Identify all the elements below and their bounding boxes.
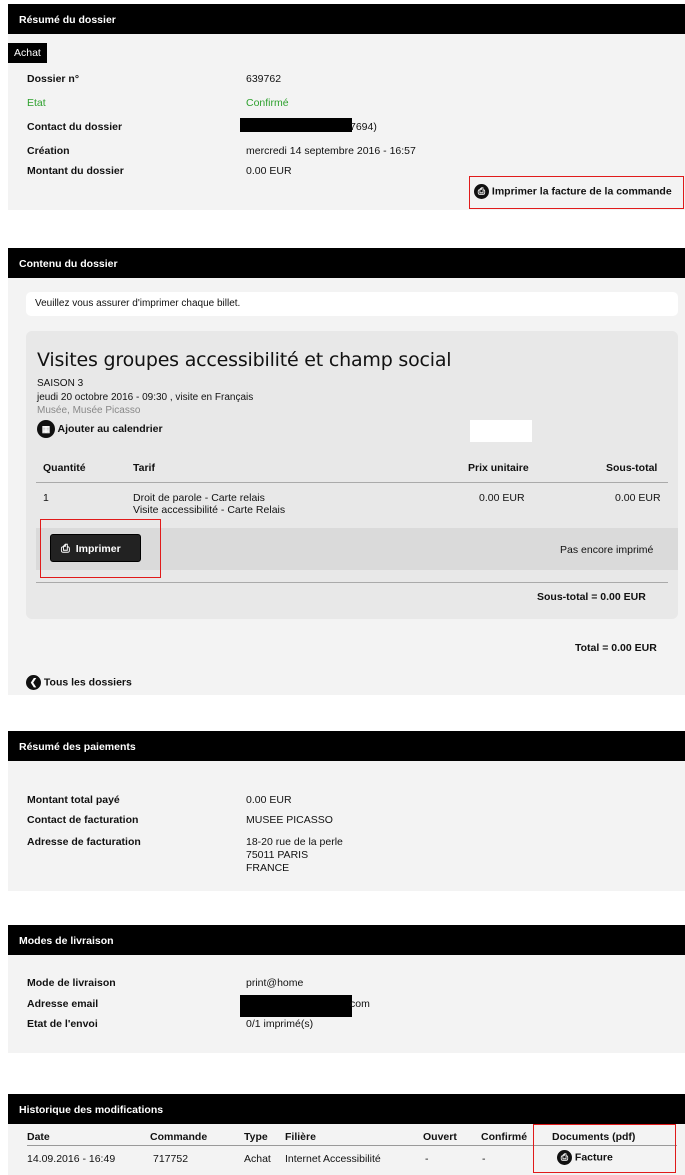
printer-icon: ⎙ bbox=[61, 543, 70, 555]
invoice-pdf-text: Facture bbox=[574, 1151, 613, 1164]
printer-icon: ⎙ bbox=[557, 1150, 572, 1165]
blank-box bbox=[470, 420, 532, 442]
print-button-text: Imprimer bbox=[75, 543, 121, 555]
payments-header: Résumé des paiements bbox=[8, 731, 685, 761]
file-number-value: 639762 bbox=[246, 73, 282, 85]
delivery-header: Modes de livraison bbox=[8, 925, 685, 955]
hist-th-date: Date bbox=[27, 1131, 50, 1143]
billing-address-line2: 75011 PARIS bbox=[246, 849, 309, 861]
hist-th-open: Ouvert bbox=[423, 1131, 457, 1143]
add-calendar-link[interactable]: ▦ Ajouter au calendrier bbox=[37, 420, 163, 438]
hist-date: 14.09.2016 - 16:49 bbox=[27, 1153, 116, 1165]
email-redaction bbox=[240, 995, 352, 1017]
print-invoice-link[interactable]: ⎙ Imprimer la facture de la commande bbox=[474, 184, 672, 199]
table-divider bbox=[36, 482, 668, 483]
hist-type: Achat bbox=[244, 1153, 271, 1165]
payments-panel bbox=[8, 761, 685, 891]
total-paid-value: 0.00 EUR bbox=[246, 794, 292, 806]
row-tarif-2: Visite accessibilité - Carte Relais bbox=[133, 504, 286, 516]
event-venue: Musée, Musée Picasso bbox=[37, 405, 141, 416]
purchase-tag-text: Achat bbox=[14, 47, 41, 59]
th-subtotal: Sous-total bbox=[606, 462, 658, 474]
invoice-pdf-link[interactable]: ⎙ Facture bbox=[557, 1150, 613, 1165]
creation-value: mercredi 14 septembre 2016 - 16:57 bbox=[246, 145, 416, 157]
row-quantity: 1 bbox=[43, 492, 49, 504]
printer-icon: ⎙ bbox=[474, 184, 489, 199]
th-quantity: Quantité bbox=[43, 462, 86, 474]
grand-total: Total = 0.00 EUR bbox=[575, 642, 657, 654]
delivery-header-text: Modes de livraison bbox=[19, 935, 114, 947]
event-season: SAISON 3 bbox=[37, 378, 84, 389]
hist-confirmed: - bbox=[482, 1153, 486, 1165]
content-header-text: Contenu du dossier bbox=[19, 258, 118, 270]
history-header: Historique des modifications bbox=[8, 1094, 685, 1124]
billing-contact-label: Contact de facturation bbox=[27, 814, 139, 826]
print-notice-text: Veuillez vous assurer d'imprimer chaque … bbox=[35, 298, 241, 309]
documents-highlight bbox=[533, 1124, 676, 1173]
hist-th-type: Type bbox=[244, 1131, 268, 1143]
summary-header-text: Résumé du dossier bbox=[19, 14, 116, 26]
add-calendar-text: Ajouter au calendrier bbox=[57, 422, 163, 435]
event-title: Visites groupes accessibilité et champ s… bbox=[37, 349, 452, 371]
file-number-label: Dossier n° bbox=[27, 73, 80, 85]
amount-value: 0.00 EUR bbox=[246, 165, 292, 177]
total-paid-label: Montant total payé bbox=[27, 794, 120, 806]
status-value: Confirmé bbox=[246, 97, 289, 109]
subtotal-divider bbox=[36, 582, 668, 583]
hist-open: - bbox=[425, 1153, 429, 1165]
chevron-left-icon: ❮ bbox=[26, 675, 41, 690]
status-label: Etat bbox=[27, 97, 46, 109]
content-header: Contenu du dossier bbox=[8, 248, 685, 278]
th-tarif: Tarif bbox=[133, 462, 155, 474]
delivery-mode-value: print@home bbox=[246, 977, 304, 989]
row-tarif-1: Droit de parole - Carte relais bbox=[133, 492, 265, 504]
print-button[interactable]: ⎙ Imprimer bbox=[50, 534, 141, 562]
billing-address-label: Adresse de facturation bbox=[27, 836, 141, 848]
th-unit-price: Prix unitaire bbox=[468, 462, 529, 474]
contact-redaction bbox=[240, 118, 352, 132]
summary-header: Résumé du dossier bbox=[8, 4, 685, 34]
contact-value: 7694) bbox=[350, 121, 377, 133]
card-subtotal: Sous-total = 0.00 EUR bbox=[537, 591, 646, 603]
hist-channel: Internet Accessibilité bbox=[285, 1153, 381, 1165]
print-invoice-text: Imprimer la facture de la commande bbox=[491, 185, 672, 198]
billing-contact-value: MUSEE PICASSO bbox=[246, 814, 333, 826]
send-status-value: 0/1 imprimé(s) bbox=[246, 1018, 314, 1030]
payments-header-text: Résumé des paiements bbox=[19, 741, 136, 753]
row-unit-price: 0.00 EUR bbox=[479, 492, 525, 504]
row-subtotal: 0.00 EUR bbox=[615, 492, 661, 504]
history-header-text: Historique des modifications bbox=[19, 1104, 164, 1116]
hist-th-order: Commande bbox=[150, 1131, 208, 1143]
email-label: Adresse email bbox=[27, 998, 99, 1010]
all-files-text: Tous les dossiers bbox=[43, 676, 132, 689]
billing-address-line1: 18-20 rue de la perle bbox=[246, 836, 343, 848]
all-files-link[interactable]: ❮ Tous les dossiers bbox=[26, 675, 132, 690]
billing-address-line3: FRANCE bbox=[246, 862, 290, 874]
hist-th-channel: Filière bbox=[285, 1131, 316, 1143]
creation-label: Création bbox=[27, 145, 70, 157]
print-notice: Veuillez vous assurer d'imprimer chaque … bbox=[26, 292, 678, 316]
event-date: jeudi 20 octobre 2016 - 09:30 , visite e… bbox=[37, 392, 254, 403]
delivery-mode-label: Mode de livraison bbox=[27, 977, 116, 989]
contact-label: Contact du dossier bbox=[27, 121, 123, 133]
hist-order: 717752 bbox=[153, 1153, 189, 1165]
email-value: com bbox=[350, 998, 370, 1010]
purchase-tag: Achat bbox=[8, 43, 47, 63]
hist-th-confirmed: Confirmé bbox=[481, 1131, 528, 1143]
amount-label: Montant du dossier bbox=[27, 165, 124, 177]
send-status-label: Etat de l'envoi bbox=[27, 1018, 98, 1030]
print-status: Pas encore imprimé bbox=[560, 544, 654, 556]
calendar-icon: ▦ bbox=[37, 420, 55, 438]
